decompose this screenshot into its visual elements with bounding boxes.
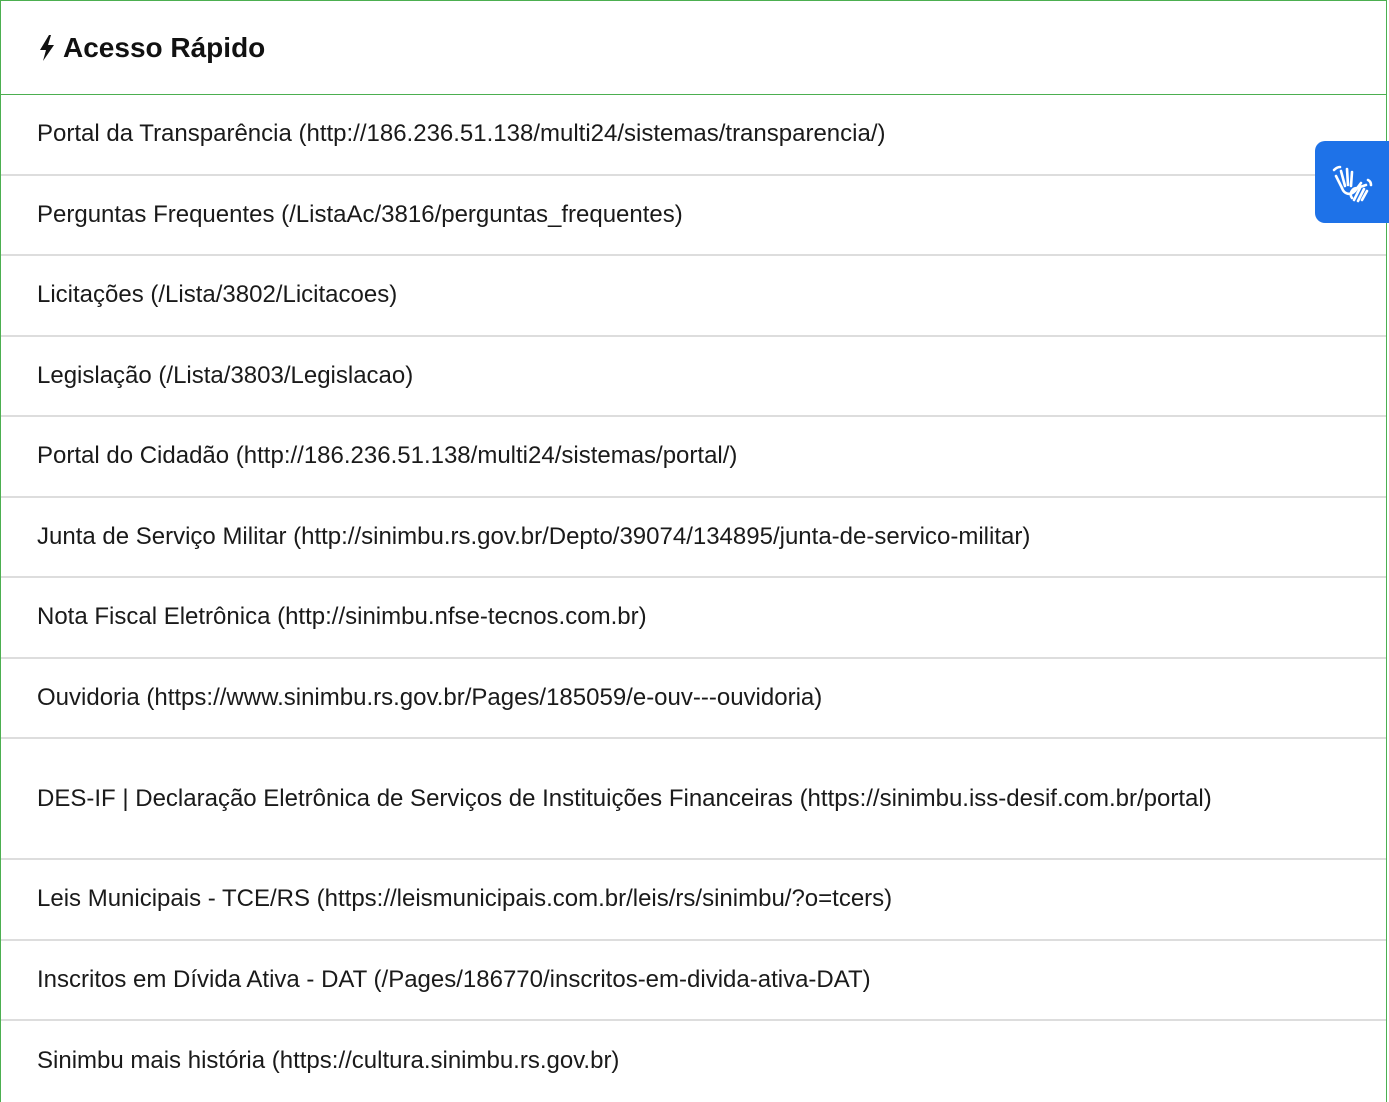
list-item[interactable]: Nota Fiscal Eletrônica (http://sinimbu.n…: [1, 578, 1386, 659]
list-item[interactable]: Junta de Serviço Militar (http://sinimbu…: [1, 498, 1386, 578]
quick-access-panel: Acesso Rápido Portal da Transparência (h…: [0, 0, 1387, 1102]
list-item[interactable]: Perguntas Frequentes (/ListaAc/3816/perg…: [1, 176, 1386, 256]
list-item[interactable]: Inscritos em Dívida Ativa - DAT (/Pages/…: [1, 941, 1386, 1021]
link-label[interactable]: Perguntas Frequentes (/ListaAc/3816/perg…: [37, 196, 683, 234]
list-item[interactable]: Ouvidoria (https://www.sinimbu.rs.gov.br…: [1, 659, 1386, 739]
quick-access-list: Portal da Transparência (http://186.236.…: [1, 95, 1386, 1102]
link-label[interactable]: Inscritos em Dívida Ativa - DAT (/Pages/…: [37, 961, 871, 999]
link-label[interactable]: Legislação (/Lista/3803/Legislacao): [37, 357, 413, 395]
list-item[interactable]: Leis Municipais - TCE/RS (https://leismu…: [1, 860, 1386, 941]
link-label[interactable]: Leis Municipais - TCE/RS (https://leismu…: [37, 880, 892, 918]
link-label[interactable]: Junta de Serviço Militar (http://sinimbu…: [37, 518, 1030, 556]
link-label[interactable]: Portal da Transparência (http://186.236.…: [37, 115, 885, 153]
list-item[interactable]: Portal do Cidadão (http://186.236.51.138…: [1, 417, 1386, 498]
page-title: Acesso Rápido: [63, 31, 266, 63]
link-label[interactable]: Portal do Cidadão (http://186.236.51.138…: [37, 437, 737, 475]
link-label[interactable]: Ouvidoria (https://www.sinimbu.rs.gov.br…: [37, 679, 822, 717]
link-label[interactable]: Sinimbu mais história (https://cultura.s…: [37, 1042, 619, 1080]
bolt-icon: [40, 34, 54, 61]
sign-language-hands-icon: [1332, 165, 1373, 203]
list-item[interactable]: Legislação (/Lista/3803/Legislacao): [1, 337, 1386, 417]
panel-header: Acesso Rápido: [1, 1, 1386, 95]
list-item[interactable]: Portal da Transparência (http://186.236.…: [1, 95, 1386, 176]
link-label[interactable]: Nota Fiscal Eletrônica (http://sinimbu.n…: [37, 598, 647, 636]
list-item[interactable]: DES-IF | Declaração Eletrônica de Serviç…: [1, 739, 1386, 860]
link-label[interactable]: Licitações (/Lista/3802/Licitacoes): [37, 276, 397, 314]
list-item[interactable]: Licitações (/Lista/3802/Licitacoes): [1, 256, 1386, 337]
link-label[interactable]: DES-IF | Declaração Eletrônica de Serviç…: [37, 780, 1212, 818]
accessibility-sign-language-button[interactable]: [1315, 141, 1389, 223]
list-item[interactable]: Sinimbu mais história (https://cultura.s…: [1, 1021, 1386, 1102]
